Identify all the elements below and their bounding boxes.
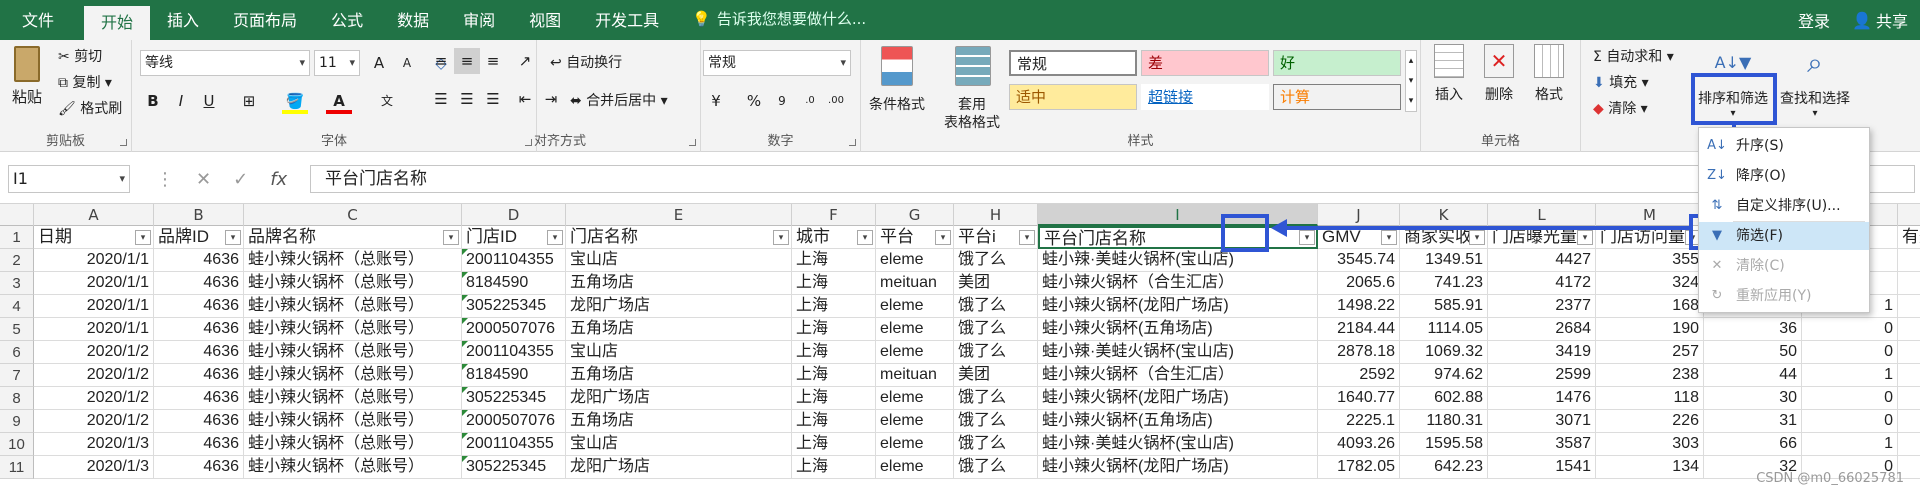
annotation-arrows (1271, 125, 1742, 237)
menu-item-4[interactable]: ✕ 清除(C) (1699, 252, 1869, 280)
clear-filter-icon: ✕ (1711, 258, 1723, 273)
sort-filter-menu: A↓ 升序(S) Z↓ 降序(O) ⇅ 自定义排序(U)... ▼ 筛选(F) ✕ 清除(C) ↻ 重… (1698, 127, 1870, 313)
menu-item-label: 重新应用(Y) (1736, 288, 1812, 304)
sort-ascending-icon: A↓ (1707, 138, 1727, 153)
arrow-left-head (1271, 219, 1287, 237)
menu-item-2[interactable]: ⇅ 自定义排序(U)... (1699, 192, 1869, 220)
filter-icon: ▼ (1712, 228, 1722, 243)
reapply-icon: ↻ (1711, 288, 1723, 303)
menu-item-label: 降序(O) (1736, 168, 1786, 184)
menu-item-label: 筛选(F) (1736, 228, 1783, 244)
menu-item-0[interactable]: A↓ 升序(S) (1699, 132, 1869, 160)
menu-item-label: 升序(S) (1736, 138, 1784, 154)
menu-item-label: 清除(C) (1736, 258, 1785, 274)
sort-descending-icon: Z↓ (1707, 168, 1727, 183)
menu-item-1[interactable]: Z↓ 降序(O) (1699, 162, 1869, 190)
menu-item-3[interactable]: ▼ 筛选(F) (1699, 222, 1869, 250)
menu-item-5[interactable]: ↻ 重新应用(Y) (1699, 282, 1869, 310)
menu-item-label: 自定义排序(U)... (1736, 198, 1841, 214)
watermark: CSDN @m0_66025781 (1756, 471, 1904, 486)
custom-sort-icon: ⇅ (1711, 198, 1723, 213)
